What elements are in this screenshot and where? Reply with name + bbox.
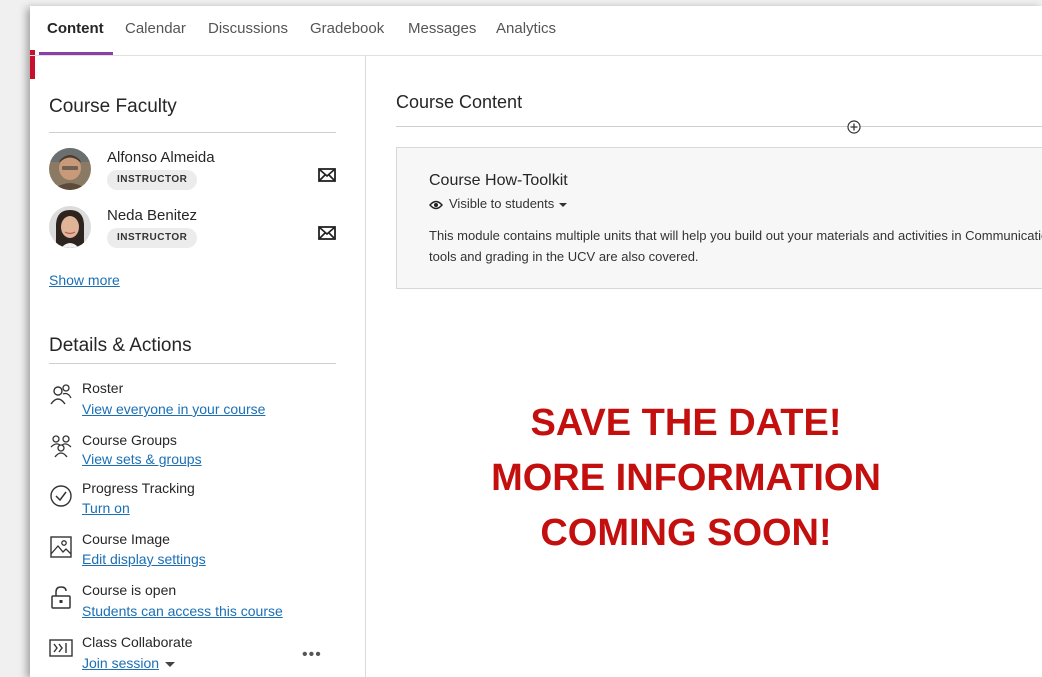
announcement: SAVE THE DATE! MORE INFORMATION COMING S… bbox=[396, 396, 976, 561]
eye-icon bbox=[429, 200, 443, 210]
action-title: Course is open bbox=[82, 582, 177, 598]
mail-icon[interactable] bbox=[318, 226, 336, 240]
content-divider bbox=[396, 126, 1042, 127]
action-title: Class Collaborate bbox=[82, 634, 193, 650]
details-divider bbox=[49, 363, 336, 364]
groups-link[interactable]: View sets & groups bbox=[82, 451, 202, 467]
course-nav: Content Calendar Discussions Gradebook M… bbox=[30, 6, 1042, 56]
tab-messages[interactable]: Messages bbox=[408, 20, 476, 37]
announcement-line: COMING SOON! bbox=[540, 512, 832, 554]
action-title: Roster bbox=[82, 380, 124, 396]
action-title: Progress Tracking bbox=[82, 480, 195, 496]
announcement-line: SAVE THE DATE! bbox=[530, 402, 842, 444]
visibility-dropdown[interactable]: Visible to students bbox=[429, 196, 568, 211]
tab-content[interactable]: Content bbox=[47, 20, 104, 37]
roster-icon bbox=[50, 384, 72, 405]
tab-gradebook[interactable]: Gradebook bbox=[310, 20, 384, 37]
faculty-name: Alfonso Almeida bbox=[107, 149, 215, 166]
more-options-button[interactable]: ••• bbox=[302, 646, 322, 664]
chevron-down-icon bbox=[165, 661, 176, 667]
collaborate-icon bbox=[49, 639, 73, 657]
faculty-divider bbox=[49, 132, 336, 133]
image-icon bbox=[50, 536, 72, 558]
active-tab-indicator bbox=[39, 52, 113, 55]
join-session-dropdown[interactable]: Join session bbox=[82, 655, 176, 671]
module-description: This module contains multiple units that… bbox=[429, 228, 1042, 264]
course-window: Content Calendar Discussions Gradebook M… bbox=[30, 6, 1042, 677]
details-heading: Details & Actions bbox=[49, 335, 192, 356]
action-title: Course Image bbox=[82, 531, 170, 547]
course-access-link[interactable]: Students can access this course bbox=[82, 603, 283, 619]
mail-icon[interactable] bbox=[318, 168, 336, 182]
faculty-heading: Course Faculty bbox=[49, 96, 177, 117]
add-content-icon[interactable] bbox=[847, 120, 861, 134]
progress-link[interactable]: Turn on bbox=[82, 500, 130, 516]
role-badge: INSTRUCTOR bbox=[107, 228, 198, 248]
chevron-down-icon bbox=[559, 202, 568, 207]
action-title: Course Groups bbox=[82, 432, 177, 448]
avatar[interactable] bbox=[49, 206, 91, 248]
show-more-link[interactable]: Show more bbox=[49, 272, 120, 288]
tab-analytics[interactable]: Analytics bbox=[496, 20, 556, 37]
announcement-line: MORE INFORMATION bbox=[491, 457, 881, 499]
join-session-link[interactable]: Join session bbox=[82, 655, 159, 671]
module-title[interactable]: Course How-Toolkit bbox=[429, 172, 568, 190]
roster-link[interactable]: View everyone in your course bbox=[82, 401, 265, 417]
tab-calendar[interactable]: Calendar bbox=[125, 20, 186, 37]
unlock-icon bbox=[51, 586, 71, 609]
groups-icon bbox=[50, 435, 72, 458]
check-circle-icon bbox=[50, 485, 72, 507]
course-content-heading: Course Content bbox=[396, 92, 523, 112]
tab-discussions[interactable]: Discussions bbox=[208, 20, 288, 37]
visibility-label: Visible to students bbox=[449, 196, 555, 211]
avatar[interactable] bbox=[49, 148, 91, 190]
faculty-name: Neda Benitez bbox=[107, 207, 198, 224]
image-settings-link[interactable]: Edit display settings bbox=[82, 551, 206, 567]
course-sidebar: Course Faculty Alfonso Almeida INSTRUCTO… bbox=[30, 56, 366, 677]
content-module-card[interactable]: Course How-Toolkit Visible to students T… bbox=[396, 147, 1042, 289]
role-badge: INSTRUCTOR bbox=[107, 170, 198, 190]
